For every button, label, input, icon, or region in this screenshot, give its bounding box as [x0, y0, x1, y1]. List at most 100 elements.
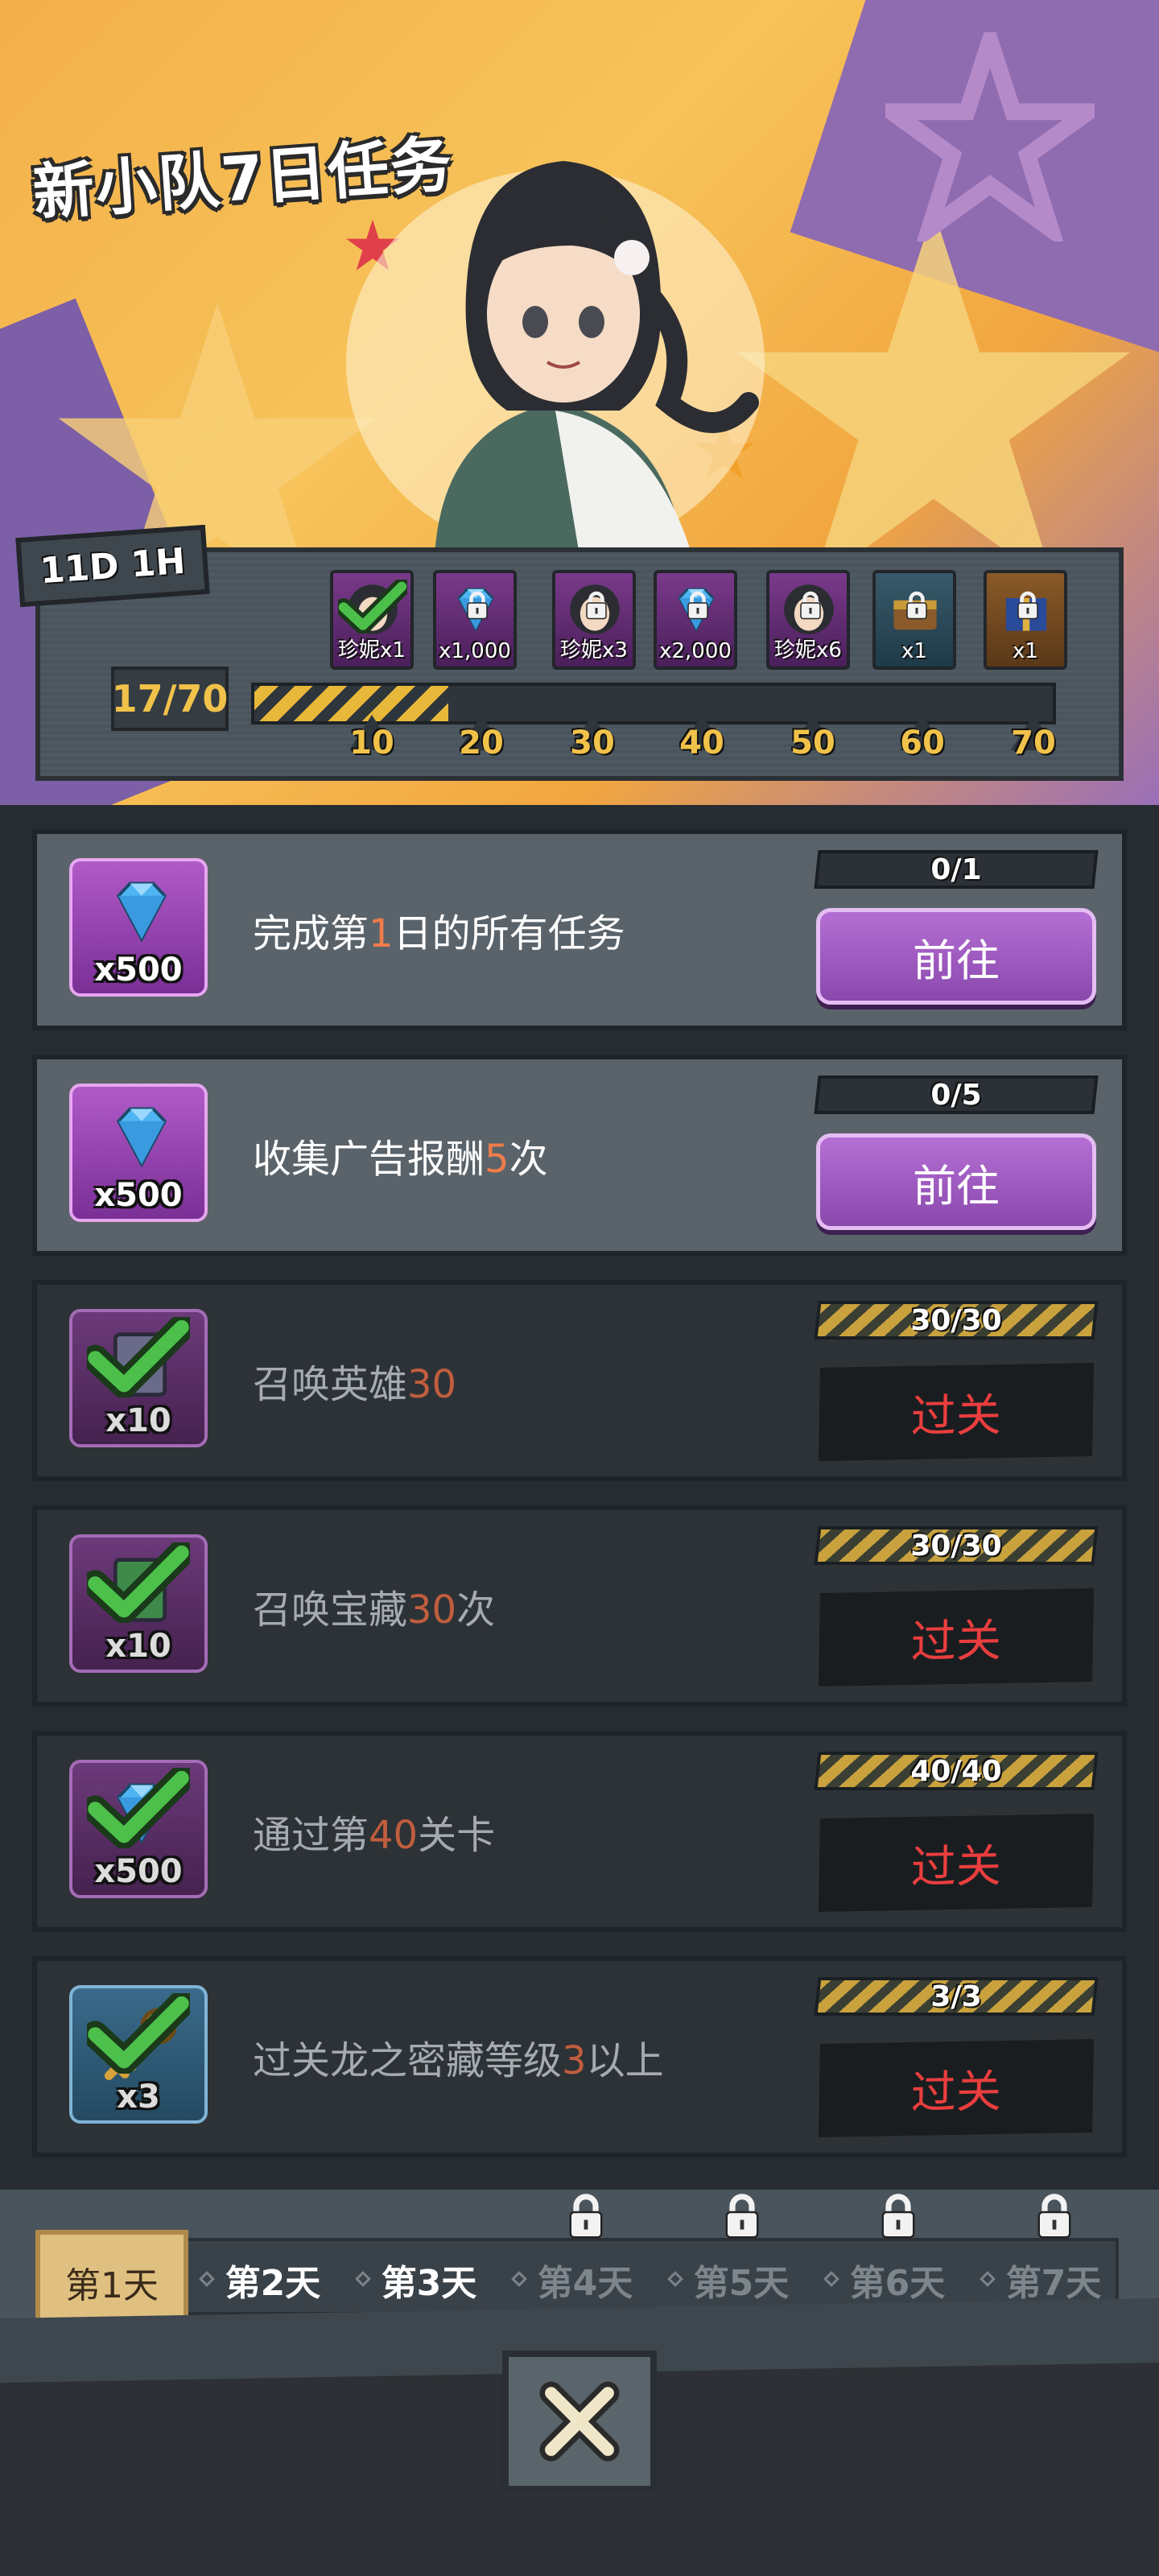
task-target-number: 5: [485, 1137, 509, 1182]
task-text-suffix: 关卡: [418, 1813, 496, 1858]
milestone-label: 30: [570, 724, 615, 762]
day-tab-3[interactable]: 第3天: [369, 2241, 489, 2318]
task-reward-quantity: x10: [105, 1628, 171, 1665]
lock-icon: [1017, 591, 1038, 620]
reward-quantity: x2,000: [659, 639, 732, 663]
task-progress-bar: 30/30: [814, 1301, 1099, 1340]
checkmark-icon: [334, 577, 410, 634]
lock-icon: [586, 591, 607, 620]
task-list[interactable]: x500 完成第1日的所有任务 0/1 前往 x500 收集广告报酬5次 0/5…: [0, 805, 1159, 2190]
task-progress-label: 30/30: [910, 1303, 1002, 1337]
bottom-bar: [0, 2297, 1159, 2576]
task-card: x500 收集广告报酬5次 0/5 前往: [32, 1055, 1127, 1256]
task-card: x10 召唤英雄30 30/30 过关: [32, 1280, 1127, 1481]
task-reward-quantity: x10: [105, 1402, 171, 1439]
task-reward-icon: x500: [69, 1760, 208, 1898]
task-progress-bar: 30/30: [814, 1526, 1099, 1565]
day-tab-2[interactable]: 第2天: [212, 2241, 333, 2318]
task-text-prefix: 召唤宝藏: [253, 1587, 408, 1633]
task-progress-label: 0/1: [930, 852, 982, 886]
lock-icon: [800, 591, 821, 620]
lock-icon: [687, 591, 708, 620]
milestone-label: 10: [349, 724, 394, 762]
task-description: 完成第1日的所有任务: [253, 902, 625, 958]
task-progress-label: 30/30: [910, 1529, 1002, 1563]
day-selector: 第1天 第2天 第3天 第4天 第5天 第6天 第7天: [0, 2190, 1159, 2334]
close-button[interactable]: [502, 2351, 657, 2492]
screen: { "banner": { "title": "新小队7日任务", "timer…: [0, 0, 1159, 2576]
task-text-suffix: 日的所有任务: [393, 911, 625, 956]
reward-quantity: 珍妮x1: [338, 638, 406, 663]
task-target-number: 1: [369, 911, 394, 956]
day-tab-label: 第7天: [1005, 2263, 1102, 2304]
completed-checkmark-icon: [81, 1314, 196, 1399]
task-reward-quantity: x3: [117, 2079, 160, 2116]
lock-icon: [881, 2194, 915, 2239]
task-target-number: 3: [562, 2038, 587, 2083]
task-progress-label: 0/5: [930, 1078, 982, 1112]
cleared-button[interactable]: 过关: [818, 1588, 1095, 1686]
task-progress-bar: 0/5: [814, 1075, 1099, 1114]
task-progress-label: 3/3: [930, 1979, 982, 2013]
milestone-label: 70: [1011, 724, 1056, 762]
task-reward-icon: x3: [69, 1985, 208, 2124]
task-text-prefix: 完成第: [253, 911, 369, 956]
task-card: x10 召唤宝藏30次 30/30 过关: [32, 1505, 1127, 1707]
go-button[interactable]: 前往: [816, 1133, 1096, 1230]
close-x-icon: [539, 2381, 620, 2462]
milestone-label: 50: [790, 724, 835, 762]
completed-checkmark-icon: [81, 1539, 196, 1624]
reward-quantity: x1,000: [439, 639, 511, 663]
task-progress-label: 40/40: [910, 1754, 1002, 1788]
milestone-reward-1[interactable]: 珍妮x1: [330, 570, 414, 670]
cleared-button[interactable]: 过关: [818, 2039, 1095, 2137]
task-text-prefix: 通过第: [253, 1813, 369, 1858]
blue-gem-icon: [116, 1107, 167, 1168]
completed-checkmark-icon: [81, 1990, 196, 2075]
milestone-reward-3[interactable]: 珍妮x3: [552, 570, 636, 670]
lock-icon: [725, 2194, 759, 2239]
day-tab-label: 第6天: [849, 2263, 946, 2304]
task-text-prefix: 过关龙之密藏等级: [253, 2038, 563, 2083]
task-text-suffix: 次: [456, 1587, 496, 1633]
points-counter: 17/70: [111, 667, 229, 731]
task-card: x500 通过第40关卡 40/40 过关: [32, 1731, 1127, 1932]
task-reward-icon: x10: [69, 1534, 208, 1673]
milestone-reward-6[interactable]: x1: [872, 570, 956, 670]
day-tab-label: 第5天: [693, 2263, 790, 2304]
lock-icon: [906, 591, 927, 620]
cleared-button[interactable]: 过关: [818, 1363, 1095, 1461]
reward-quantity: x1: [901, 639, 927, 663]
reward-quantity: 珍妮x3: [560, 638, 628, 663]
milestone-reward-4[interactable]: x2,000: [654, 570, 737, 670]
task-description: 通过第40关卡: [253, 1803, 495, 1860]
task-reward-icon: x10: [69, 1309, 208, 1447]
task-progress-bar: 40/40: [814, 1752, 1099, 1790]
task-text-prefix: 召唤英雄: [253, 1362, 408, 1407]
milestone-label: 60: [900, 724, 945, 762]
task-text-suffix: 次: [509, 1137, 548, 1182]
go-button[interactable]: 前往: [816, 908, 1096, 1005]
milestone-label: 40: [679, 724, 724, 762]
milestone-reward-5[interactable]: 珍妮x6: [766, 570, 850, 670]
task-progress-bar: 3/3: [814, 1977, 1099, 2016]
task-description: 收集广告报酬5次: [253, 1127, 548, 1183]
day-tab-label: 第4天: [537, 2263, 633, 2304]
lock-icon: [569, 2194, 603, 2239]
task-description: 过关龙之密藏等级3以上: [253, 2029, 664, 2085]
task-reward-quantity: x500: [94, 1177, 183, 1214]
cleared-button[interactable]: 过关: [818, 1814, 1095, 1912]
task-text-prefix: 收集广告报酬: [253, 1137, 485, 1182]
task-reward-icon: x500: [69, 858, 208, 997]
task-description: 召唤英雄30: [253, 1352, 456, 1409]
day-tab-label: 第2天: [225, 2263, 321, 2304]
milestone-reward-7[interactable]: x1: [984, 570, 1067, 670]
task-description: 召唤宝藏30次: [253, 1578, 495, 1634]
task-target-number: 30: [407, 1362, 457, 1407]
blue-gem-icon: [116, 881, 167, 943]
task-card: x3 过关龙之密藏等级3以上 3/3 过关: [32, 1956, 1127, 2157]
completed-checkmark-icon: [81, 1765, 196, 1850]
milestone-reward-2[interactable]: x1,000: [433, 570, 517, 670]
day-tab-label: 第3天: [381, 2263, 477, 2304]
task-reward-quantity: x500: [94, 952, 183, 989]
